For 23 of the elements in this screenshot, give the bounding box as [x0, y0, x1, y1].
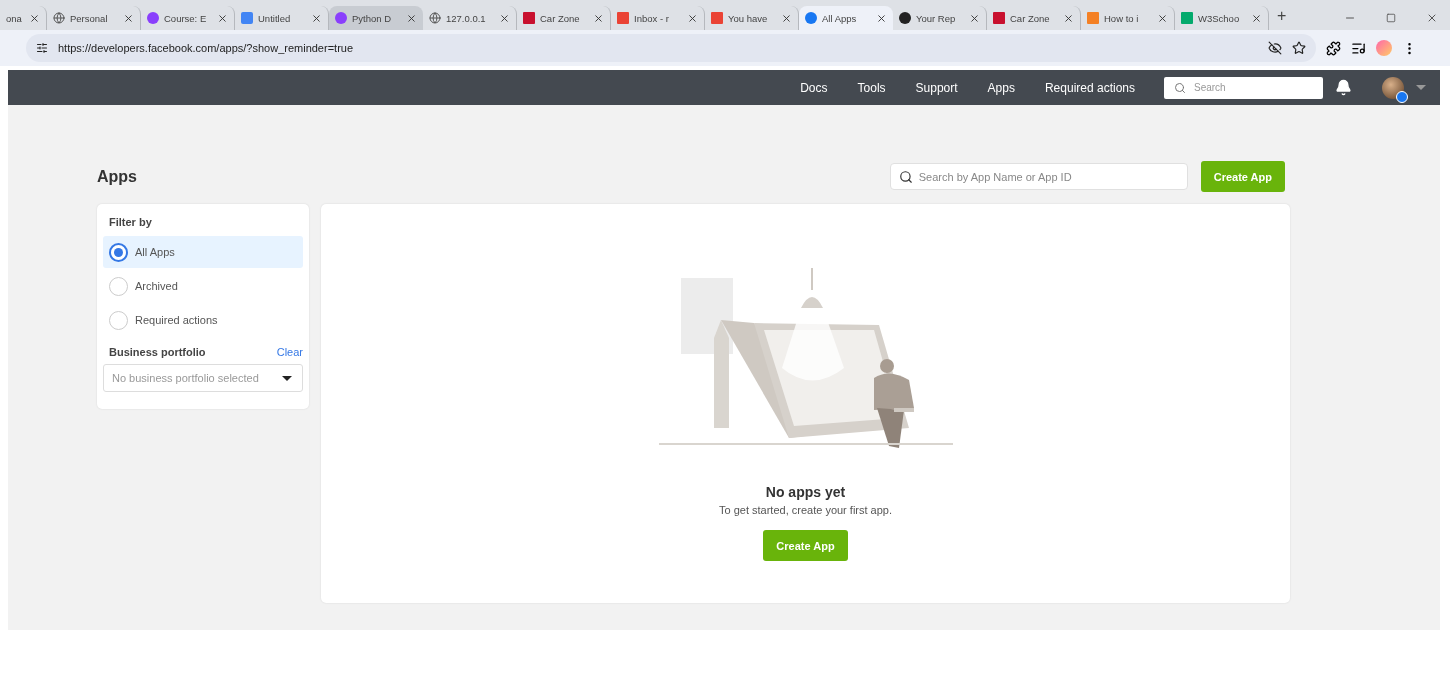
option-label: All Apps [135, 246, 175, 258]
portfolio-label: Business portfolio [109, 346, 206, 358]
nav-link[interactable]: Support [900, 80, 973, 95]
filter-title: Filter by [108, 216, 153, 228]
page-title: Apps [97, 167, 137, 186]
empty-title: No apps yet [765, 484, 846, 500]
option-label: Required actions [135, 314, 218, 326]
nav-link[interactable]: Apps [972, 80, 1030, 95]
nav-link[interactable]: Required actions [1029, 80, 1150, 95]
nav-link[interactable]: Docs [785, 80, 843, 95]
address-bar[interactable]: https://developers.facebook.com/apps/?show_reminder=true [26, 34, 1316, 62]
filter-option[interactable]: Archived [103, 270, 303, 302]
browser-tab[interactable]: Python D [329, 6, 423, 30]
browser-tab[interactable]: All Apps [799, 6, 893, 30]
filter-option[interactable]: Required actions [103, 304, 303, 336]
empty-text: To get started, create your first app. [719, 504, 892, 516]
option-label: Archived [135, 280, 178, 292]
url-text: https://developers.facebook.com/apps/?show_reminder=true [58, 42, 354, 54]
clear-link[interactable]: Clear [276, 346, 303, 358]
filter-option[interactable]: All Apps [103, 236, 303, 268]
search-field[interactable]: Search by App Name or App ID [889, 163, 1188, 190]
nav-link[interactable]: Tools [842, 80, 901, 95]
new-tab-button[interactable]: + [1269, 7, 1287, 30]
